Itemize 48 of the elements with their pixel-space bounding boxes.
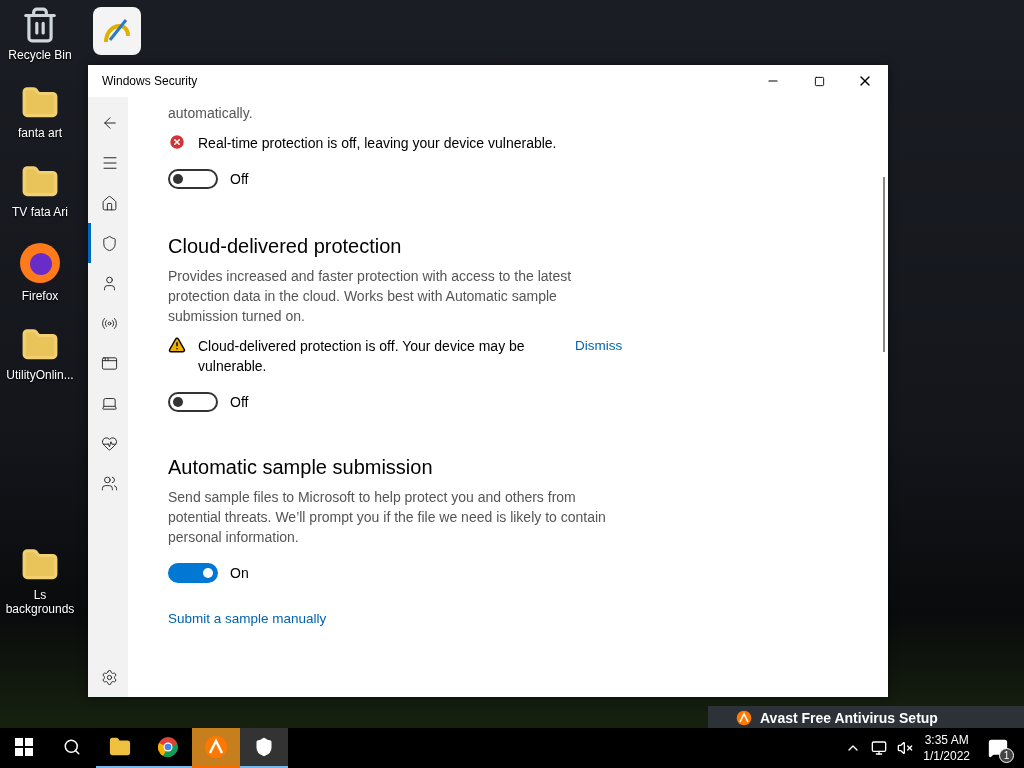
notification-toast[interactable]: Avast Free Antivirus Setup bbox=[708, 706, 1024, 730]
volume-muted-icon[interactable] bbox=[897, 740, 914, 756]
clock[interactable]: 3:35 AM 1/1/2022 bbox=[923, 733, 970, 763]
desktop-icon-label: fanta art bbox=[18, 126, 62, 141]
menu-icon bbox=[100, 154, 119, 172]
desktop-icon-label: TV fata Ari bbox=[12, 204, 68, 220]
notifications-button[interactable]: 1 bbox=[980, 730, 1016, 766]
description-text: Send sample files to Microsoft to help protect you and others from potential threats. We’ll prompt you if the file we need is likely to contain personal information. bbox=[168, 488, 607, 547]
heart-pulse-icon bbox=[101, 434, 118, 452]
alert-message: Cloud-delivered protection is off. Your device may be vulnerable. bbox=[198, 337, 526, 376]
person-icon bbox=[101, 274, 118, 292]
error-icon bbox=[168, 133, 186, 151]
desktop-icon-label: Recycle Bin bbox=[8, 48, 72, 63]
toggle-switch[interactable] bbox=[168, 169, 218, 189]
app-shortcut-icon[interactable] bbox=[93, 7, 141, 55]
notification-count-badge: 1 bbox=[999, 748, 1014, 763]
windows-logo-icon bbox=[15, 738, 33, 756]
desktop-icon-label: Firefox bbox=[21, 289, 59, 304]
people-icon bbox=[101, 474, 118, 492]
description-text: automatically. bbox=[168, 104, 254, 123]
toggle-switch[interactable] bbox=[168, 392, 218, 412]
toggle-switch[interactable] bbox=[168, 563, 218, 583]
toggle-state-label: Off bbox=[230, 171, 249, 187]
toggle-state-label: On bbox=[230, 565, 249, 581]
antivirus-logo-icon bbox=[736, 710, 752, 726]
submit-sample-link[interactable]: Submit a sample manually bbox=[168, 611, 327, 626]
dismiss-link[interactable]: Dismiss bbox=[575, 336, 623, 356]
shield-icon bbox=[101, 234, 118, 252]
desktop-icon-label: UtilityOnlin... bbox=[6, 367, 74, 382]
warning-icon bbox=[168, 336, 186, 354]
maximize-icon bbox=[813, 75, 825, 87]
search-icon bbox=[63, 738, 81, 756]
taskbar-app-button[interactable] bbox=[240, 728, 288, 768]
antivirus-logo-icon bbox=[204, 735, 228, 759]
toast-title: Avast Free Antivirus Setup bbox=[760, 710, 938, 726]
section-heading: Cloud-delivered protection bbox=[168, 235, 403, 258]
folder-icon bbox=[109, 736, 131, 758]
browser-window-icon bbox=[101, 354, 118, 372]
settings-icon bbox=[101, 668, 118, 686]
desktop-icon-label: Ls backgrounds bbox=[4, 587, 76, 617]
description-text: Provides increased and faster protection with access to the latest protection data in the cloud. Works best with Automatic sample submission turned on. bbox=[168, 267, 573, 326]
section-heading: Automatic sample submission bbox=[168, 456, 434, 479]
window-title: Windows Security bbox=[102, 74, 198, 88]
home-icon bbox=[101, 194, 118, 212]
recycle-bin-icon[interactable] bbox=[21, 6, 59, 44]
alert-message: Real-time protection is off, leaving your device vulnerable. bbox=[198, 134, 557, 153]
toggle-state-label: Off bbox=[230, 394, 249, 410]
shield-icon bbox=[254, 737, 274, 757]
